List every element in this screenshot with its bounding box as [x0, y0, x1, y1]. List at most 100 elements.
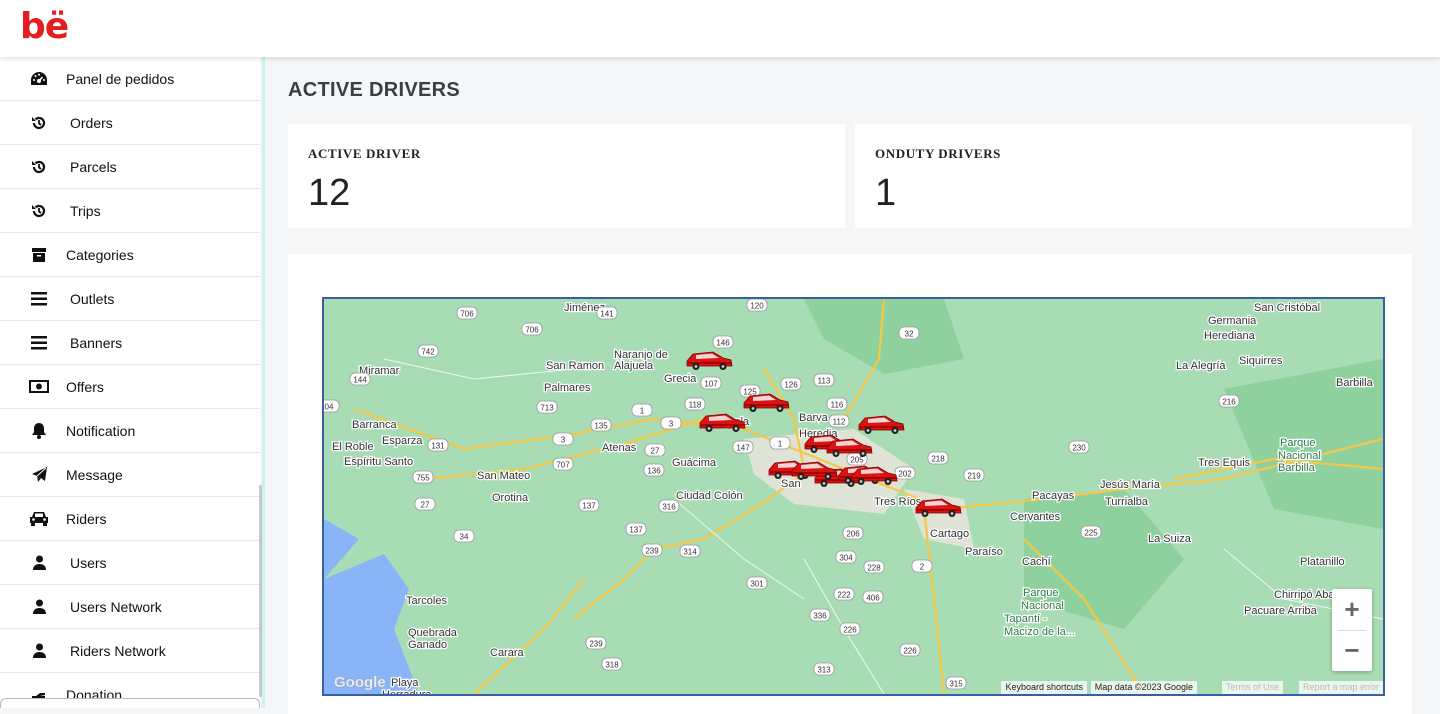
sidebar-item-label: Message — [66, 466, 123, 483]
active-driver-card: ACTIVE DRIVER 12 — [288, 124, 845, 228]
user-icon — [28, 553, 50, 573]
map-place-label: Jesús María — [1100, 479, 1161, 491]
drivers-map[interactable]: Jiménez San Cristóbal Germania Herediana Mir… — [322, 297, 1385, 696]
map-place-label: Herediana — [1204, 330, 1256, 342]
active-driver-value: 12 — [308, 172, 351, 214]
route-number: 406 — [866, 594, 880, 603]
route-number: 107 — [704, 380, 718, 389]
user-icon — [28, 641, 50, 661]
route-number: 1 — [640, 407, 645, 416]
route-number: 755 — [416, 474, 430, 483]
map-place-label: Atenas — [602, 442, 637, 454]
sidebar-item-users-network[interactable]: Users Network — [0, 585, 260, 629]
route-shield: 226 — [899, 643, 921, 657]
money-bill-icon — [28, 377, 50, 397]
route-shield: 131 — [427, 438, 449, 452]
zoom-out-button[interactable]: − — [1332, 630, 1372, 671]
route-shield: 225 — [1080, 525, 1102, 539]
sidebar-item-label: Users — [70, 554, 107, 571]
route-shield: 742 — [417, 344, 439, 358]
map-place-label: Barva — [799, 412, 829, 424]
route-number: 136 — [647, 467, 661, 476]
map-place-label: San — [781, 478, 801, 490]
route-shield: 206 — [842, 526, 864, 540]
route-number: 318 — [605, 661, 619, 670]
route-shield: 118 — [684, 397, 706, 411]
sidebar-item-label: Panel de pedidos — [66, 70, 175, 87]
sidebar-item-label: Banners — [70, 334, 123, 351]
route-number: 218 — [931, 455, 945, 464]
sidebar-item-orders[interactable]: Orders — [0, 101, 260, 145]
route-shield: 226 — [839, 622, 861, 636]
route-shield: 313 — [813, 662, 835, 676]
route-number: 118 — [689, 401, 702, 410]
sidebar-item-trips[interactable]: Trips — [0, 189, 260, 233]
route-number: 336 — [813, 612, 827, 621]
route-shield: 147 — [732, 440, 754, 454]
route-number: 228 — [867, 564, 881, 573]
bars-icon — [28, 333, 50, 353]
route-number: 27 — [421, 501, 430, 510]
map-place-label: Guácima — [672, 457, 717, 469]
route-shield: 137 — [625, 522, 647, 536]
route-number: 137 — [629, 526, 643, 535]
route-number: 146 — [716, 339, 730, 348]
dashboard-icon — [28, 69, 50, 89]
terms-of-use-link[interactable]: Terms of Use — [1221, 681, 1283, 694]
sidebar-item-riders[interactable]: Riders — [0, 497, 260, 541]
route-number: 131 — [431, 442, 445, 451]
route-shield: 3 — [552, 432, 574, 446]
sidebar-item-outlets[interactable]: Outlets — [0, 277, 260, 321]
map-place-label: San Mateo — [477, 470, 530, 482]
sidebar-item-label: Outlets — [70, 290, 115, 307]
keyboard-shortcuts-link[interactable]: Keyboard shortcuts — [1001, 681, 1087, 694]
route-number: 137 — [582, 502, 596, 511]
sidebar-item-label: Offers — [66, 378, 104, 395]
history-icon — [28, 157, 50, 177]
map-place-label: Parque — [1280, 437, 1315, 449]
google-logo[interactable]: Google — [334, 674, 386, 691]
map-place-label: Esparza — [382, 435, 423, 447]
history-icon — [28, 201, 50, 221]
map-place-label: Quebrada — [408, 627, 458, 639]
map-place-label: Barbilla — [1336, 377, 1374, 389]
sidebar-item-parcels[interactable]: Parcels — [0, 145, 260, 189]
zoom-in-button[interactable]: + — [1332, 589, 1372, 630]
route-shield: 713 — [536, 400, 558, 414]
map-place-label: Ciudad Colón — [676, 490, 743, 502]
map-place-label: Tarcoles — [406, 595, 447, 607]
sidebar-item-message[interactable]: Message — [0, 453, 260, 497]
brand-logo[interactable]: bë — [20, 6, 69, 47]
sidebar-item-label: Categories — [66, 246, 134, 263]
route-number: 226 — [843, 626, 857, 635]
sidebar-item-riders-network[interactable]: Riders Network — [0, 629, 260, 673]
route-number: 713 — [540, 404, 554, 413]
sidebar-item-label: Notification — [66, 422, 136, 439]
sidebar-item-categories[interactable]: Categories — [0, 233, 260, 277]
map-place-label: Macizo de la... — [1004, 626, 1075, 638]
route-shield: 318 — [601, 657, 623, 671]
sidebar-item-notification[interactable]: Notification — [0, 409, 260, 453]
map-place-label: Germania — [1208, 315, 1257, 327]
report-map-error-link[interactable]: Report a map error — [1298, 681, 1383, 694]
sidebar-item-panel-de-pedidos[interactable]: Panel de pedidos — [0, 57, 260, 101]
map-place-label: Tapantí - — [1004, 613, 1047, 625]
route-number: 135 — [594, 422, 608, 431]
sidebar-item-banners[interactable]: Banners — [0, 321, 260, 365]
car-icon — [28, 509, 50, 529]
route-number: 222 — [837, 591, 851, 600]
map-place-label: El Roble — [332, 441, 374, 453]
map-place-label: Pacuare Arriba — [1244, 605, 1318, 617]
route-shield: 755 — [412, 470, 434, 484]
route-number: 707 — [556, 461, 570, 470]
route-shield: 2 — [911, 559, 933, 573]
route-shield: 120 — [746, 299, 768, 312]
sidebar-item-label: Parcels — [70, 158, 117, 175]
sidebar-item-users[interactable]: Users — [0, 541, 260, 585]
sidebar-item-offers[interactable]: Offers — [0, 365, 260, 409]
route-shield: 34 — [453, 529, 475, 543]
map-place-label: Grecia — [664, 373, 697, 385]
paper-plane-icon — [28, 465, 50, 485]
route-shield: 27 — [414, 497, 436, 511]
map-canvas[interactable]: Jiménez San CristóbalGermaniaHeredianaMir… — [324, 299, 1383, 694]
